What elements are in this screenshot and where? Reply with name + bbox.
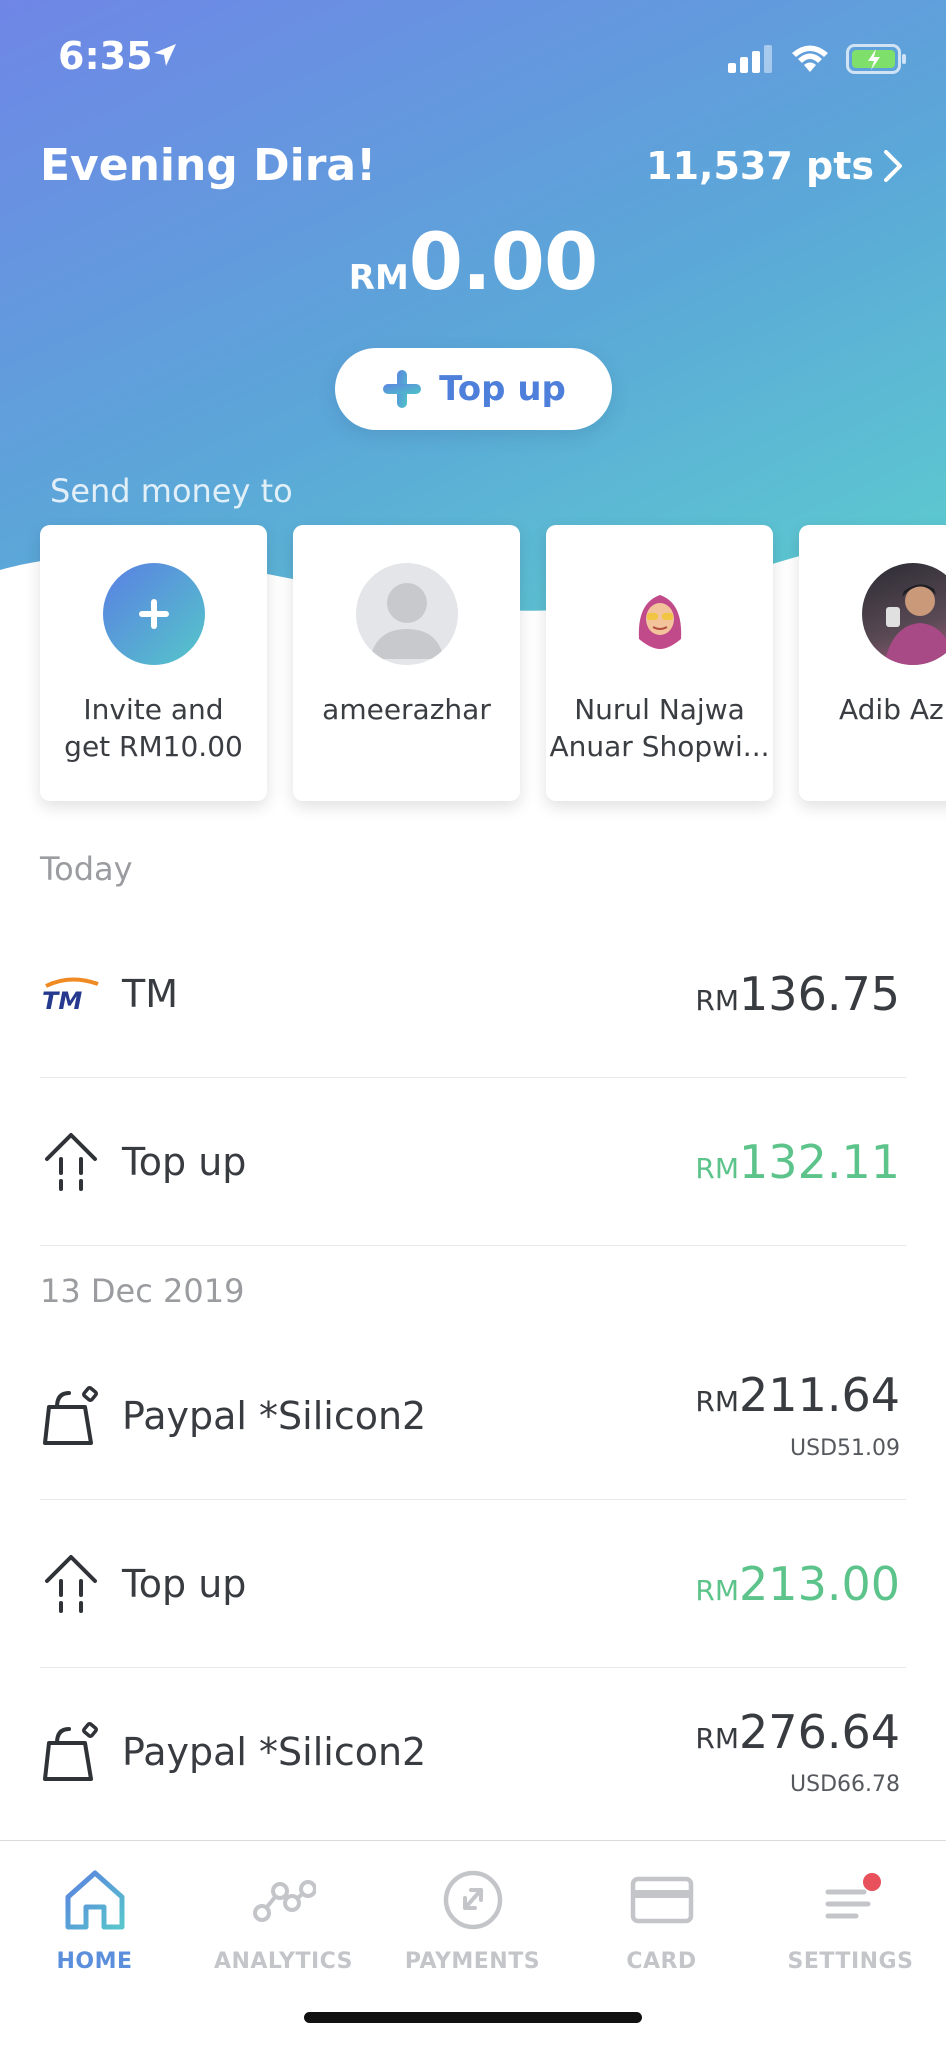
status-icons xyxy=(728,44,908,74)
contact-name: Adib Azh xyxy=(839,693,946,726)
contact-name: Nurul Najwa Anuar Shopwi... xyxy=(549,693,770,763)
section-label-date: 13 Dec 2019 xyxy=(40,1272,245,1310)
send-money-contacts: Invite and get RM10.00 ameerazhar Nurul … xyxy=(40,525,946,801)
transaction-amount: RM132.11 xyxy=(695,1134,900,1189)
battery-charging-icon xyxy=(846,44,906,74)
transaction-row[interactable]: Top up RM132.11 xyxy=(40,1078,906,1246)
transaction-name: TM xyxy=(122,971,178,1016)
default-avatar-icon xyxy=(356,563,458,665)
notification-dot xyxy=(862,1873,881,1891)
invite-card[interactable]: Invite and get RM10.00 xyxy=(40,525,267,801)
points-link[interactable]: 11,537 pts xyxy=(646,144,904,188)
transaction-name: Paypal *Silicon2 xyxy=(122,1393,427,1438)
signal-icon xyxy=(728,45,772,73)
transaction-name: Top up xyxy=(122,1139,247,1184)
status-time: 6:35 xyxy=(58,34,153,78)
contact-name: Invite and get RM10.00 xyxy=(64,693,243,763)
location-arrow-icon xyxy=(154,44,176,66)
shopping-bag-icon xyxy=(40,1721,102,1783)
greeting-text: Evening Dira! xyxy=(40,140,377,191)
transaction-row[interactable]: TM TM RM136.75 xyxy=(40,910,906,1078)
chevron-right-icon xyxy=(884,150,902,182)
svg-text:TM: TM xyxy=(42,987,82,1012)
points-value: 11,537 pts xyxy=(646,144,874,188)
plus-icon xyxy=(139,599,169,629)
transaction-amount: RM136.75 xyxy=(695,966,900,1021)
home-icon xyxy=(0,1859,189,1941)
transaction-row[interactable]: Top up RM213.00 xyxy=(40,1500,906,1668)
payments-icon xyxy=(378,1859,567,1941)
transaction-name: Paypal *Silicon2 xyxy=(122,1730,427,1774)
transaction-foreign-amount: USD51.09 xyxy=(790,1436,900,1461)
send-money-label: Send money to xyxy=(50,472,293,510)
transaction-row[interactable]: Paypal *Silicon2 RM276.64 USD66.78 xyxy=(40,1668,906,1836)
tm-logo-icon: TM xyxy=(40,963,102,1025)
analytics-icon xyxy=(189,1859,378,1941)
contact-card[interactable]: Nurul Najwa Anuar Shopwi... xyxy=(546,525,773,801)
settings-icon xyxy=(756,1859,945,1941)
transaction-name: Top up xyxy=(122,1561,247,1606)
memoji-avatar-icon xyxy=(609,563,711,665)
transaction-foreign-amount: USD66.78 xyxy=(790,1772,900,1797)
contact-card[interactable]: ameerazhar xyxy=(293,525,520,801)
tab-settings[interactable]: SETTINGS xyxy=(756,1859,945,1974)
transaction-row[interactable]: Paypal *Silicon2 RM211.64 USD51.09 xyxy=(40,1332,906,1500)
card-icon xyxy=(567,1859,756,1941)
invite-plus-icon xyxy=(103,563,205,665)
header-hero: 6:35 Evening Dira! 11,537 pts RM0.00 Top… xyxy=(0,0,946,830)
status-bar: 6:35 xyxy=(0,0,946,110)
shopping-bag-icon xyxy=(40,1385,102,1447)
topup-arrow-icon xyxy=(40,1553,102,1615)
wallet-balance: RM0.00 xyxy=(0,218,946,308)
contact-name: ameerazhar xyxy=(322,693,491,726)
plus-icon xyxy=(383,370,422,408)
balance-amount: 0.00 xyxy=(408,218,598,308)
top-up-button[interactable]: Top up xyxy=(335,348,612,430)
home-indicator xyxy=(304,2012,642,2023)
section-label-today: Today xyxy=(40,850,133,888)
tab-card[interactable]: CARD xyxy=(567,1859,756,1974)
wifi-icon xyxy=(792,45,828,72)
topup-arrow-icon xyxy=(40,1131,102,1193)
transaction-amount: RM213.00 xyxy=(695,1556,900,1611)
transaction-amount: RM211.64 xyxy=(695,1368,900,1423)
top-up-label: Top up xyxy=(439,369,566,409)
tab-analytics[interactable]: ANALYTICS xyxy=(189,1859,378,1974)
contact-card[interactable]: Adib Azh xyxy=(799,525,946,801)
photo-avatar-icon xyxy=(862,563,946,665)
transaction-amount: RM276.64 xyxy=(695,1704,900,1759)
tab-home[interactable]: HOME xyxy=(0,1859,189,1974)
tab-payments[interactable]: PAYMENTS xyxy=(378,1859,567,1974)
balance-currency: RM xyxy=(348,258,409,298)
